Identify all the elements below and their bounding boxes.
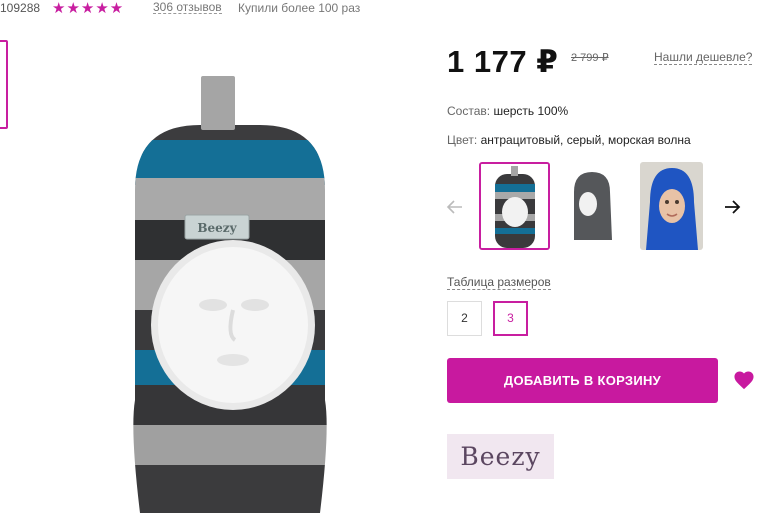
product-sku: 109288 bbox=[0, 1, 41, 15]
color-option-blue-image bbox=[640, 162, 703, 250]
size-option-2[interactable]: 2 bbox=[447, 301, 482, 336]
color-option-striped[interactable] bbox=[479, 162, 550, 250]
color-option-grey-image bbox=[562, 162, 624, 250]
size-option-3[interactable]: 3 bbox=[493, 301, 528, 336]
color-option-striped-image bbox=[481, 164, 548, 248]
old-price: 2 799 ₽ bbox=[571, 52, 609, 64]
reviews-link[interactable]: 306 отзывов bbox=[153, 1, 222, 14]
size-table-link[interactable]: Таблица размеров bbox=[447, 275, 551, 290]
found-cheaper-link[interactable]: Нашли дешевле? bbox=[654, 50, 753, 65]
carousel-prev-icon[interactable] bbox=[445, 197, 465, 217]
product-main-image: Beezy bbox=[133, 76, 327, 513]
color-label: Цвет: bbox=[447, 133, 478, 147]
heart-icon[interactable] bbox=[733, 370, 755, 390]
composition-label: Состав: bbox=[447, 104, 491, 118]
brand-logo[interactable]: Beezy bbox=[447, 434, 554, 479]
current-price: 1 177 ₽ bbox=[447, 44, 559, 79]
gallery-thumbnail-selected[interactable] bbox=[0, 40, 8, 129]
carousel-next-icon[interactable] bbox=[722, 197, 742, 217]
color-value: антрацитовый, серый, морская волна bbox=[480, 133, 691, 147]
color-option-blue[interactable] bbox=[640, 162, 703, 250]
color-row: Цвет: антрацитовый, серый, морская волна bbox=[447, 133, 691, 147]
composition-value: шерсть 100% bbox=[493, 104, 569, 118]
product-meta-bar: 109288 ★★★★★ 306 отзывов Купили более 10… bbox=[0, 0, 770, 17]
composition-row: Состав: шерсть 100% bbox=[447, 104, 568, 118]
hat-logo-label: Beezy bbox=[197, 221, 237, 235]
color-option-grey[interactable] bbox=[562, 162, 624, 250]
purchase-count: Купили более 100 раз bbox=[238, 1, 361, 15]
rating-stars: ★★★★★ bbox=[52, 0, 125, 17]
add-to-cart-button[interactable]: ДОБАВИТЬ В КОРЗИНУ bbox=[447, 358, 718, 403]
